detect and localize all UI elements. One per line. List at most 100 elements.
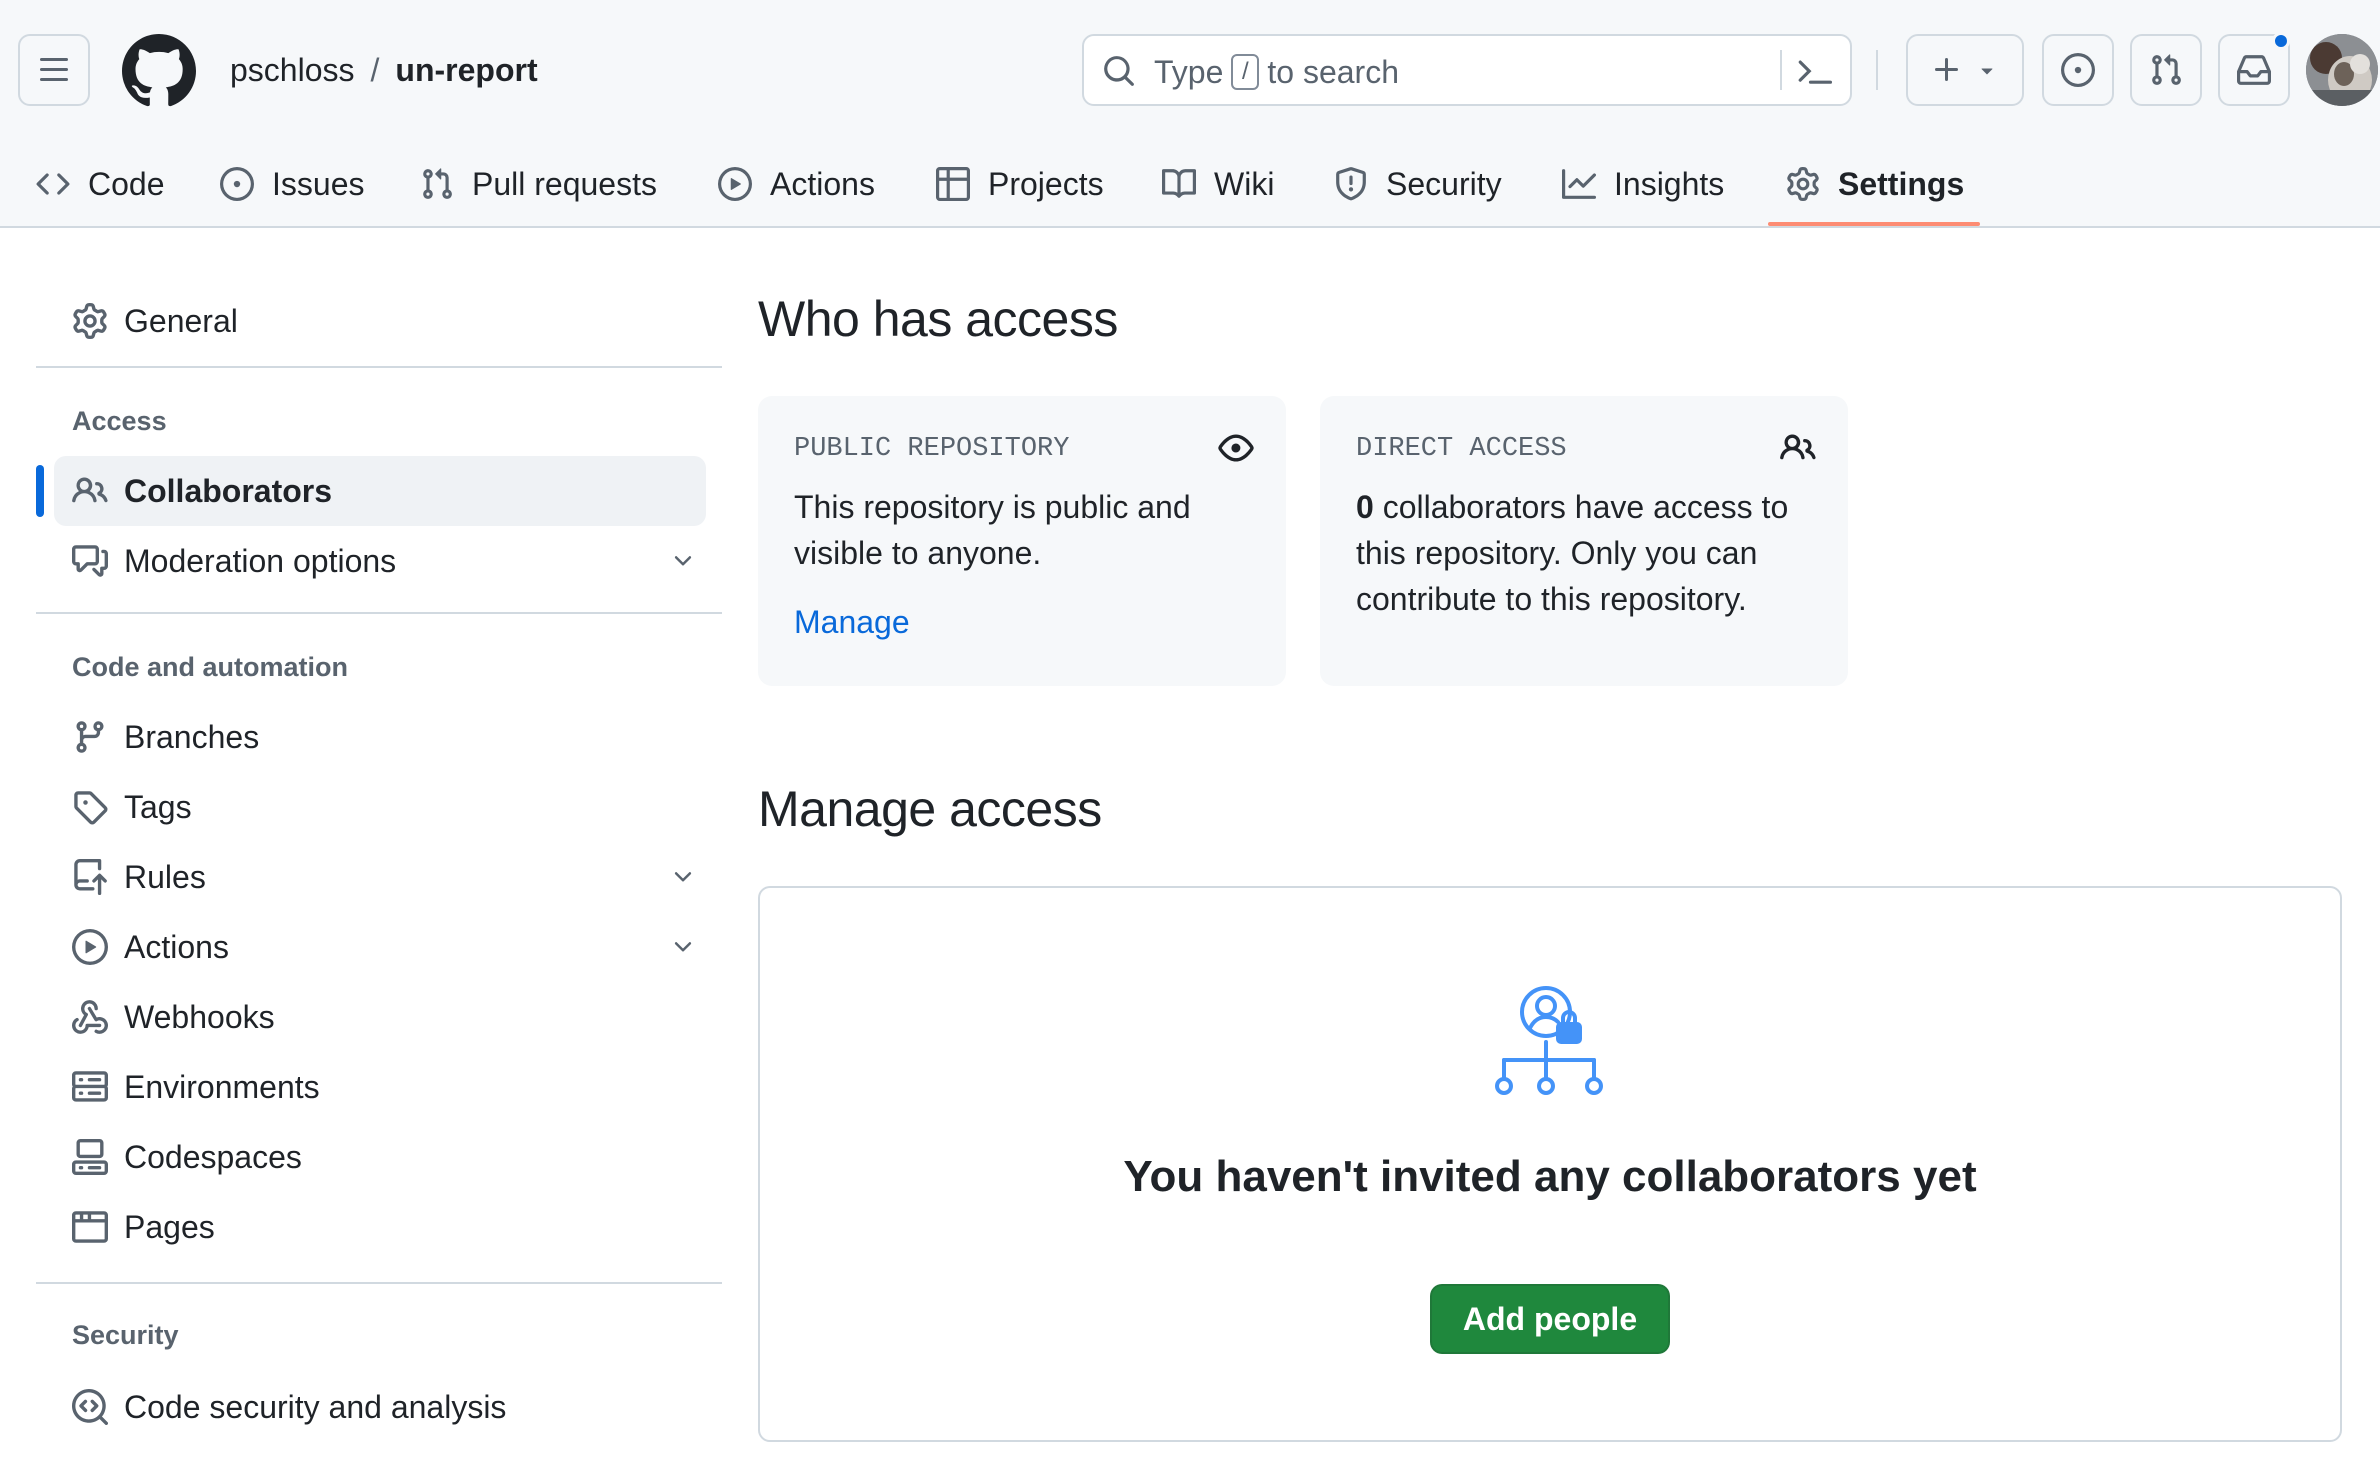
active-indicator <box>36 465 44 517</box>
search-divider <box>1780 50 1782 90</box>
card-title: DIRECT ACCESS <box>1356 434 1567 464</box>
people-lock-network-icon <box>1494 984 1606 1096</box>
sidebar-item-label: Code security and analysis <box>124 1388 507 1425</box>
add-people-button[interactable]: Add people <box>1430 1284 1670 1354</box>
menu-button[interactable] <box>18 34 90 106</box>
tab-label: Actions <box>770 165 875 202</box>
codescan-icon <box>72 1389 108 1425</box>
chevron-down-icon <box>670 864 696 890</box>
tab-projects[interactable]: Projects <box>936 140 1104 228</box>
sidebar-item-environments[interactable]: Environments <box>54 1052 706 1122</box>
sidebar-item-pages[interactable]: Pages <box>54 1192 706 1262</box>
sidebar-divider <box>36 612 722 614</box>
your-pull-requests-button[interactable] <box>2130 34 2202 106</box>
sidebar-item-moderation-options[interactable]: Moderation options <box>54 526 706 596</box>
git-pull-request-icon <box>2149 53 2183 87</box>
app-header: pschloss / un-report Type / to search Co… <box>0 0 2380 228</box>
avatar[interactable] <box>2306 34 2378 106</box>
eye-icon <box>1218 430 1254 466</box>
sidebar-item-label: Collaborators <box>124 472 333 509</box>
empty-state-title: You haven't invited any collaborators ye… <box>1123 1152 1977 1201</box>
tab-issues[interactable]: Issues <box>220 140 364 228</box>
tab-insights[interactable]: Insights <box>1562 140 1724 228</box>
search-placeholder: Type / to search <box>1154 54 1399 90</box>
graph-icon <box>1562 167 1596 201</box>
sidebar-item-codespaces[interactable]: Codespaces <box>54 1122 706 1192</box>
header-separator <box>1876 50 1878 90</box>
global-bar: pschloss / un-report Type / to search <box>0 0 2380 140</box>
issue-opened-icon <box>2061 53 2095 87</box>
play-icon <box>718 167 752 201</box>
search-shortcut-key: / <box>1231 54 1260 90</box>
play-icon <box>72 929 108 965</box>
tab-security[interactable]: Security <box>1334 140 1502 228</box>
tab-settings[interactable]: Settings <box>1786 140 1964 228</box>
tab-label: Insights <box>1614 165 1725 202</box>
server-icon <box>72 1069 108 1105</box>
github-mark-icon[interactable] <box>122 34 196 108</box>
tab-wiki[interactable]: Wiki <box>1162 140 1274 228</box>
search-input[interactable]: Type / to search <box>1082 34 1852 106</box>
sidebar-item-branches[interactable]: Branches <box>54 702 706 772</box>
repo-navigation: Code Issues Pull requests Actions Projec… <box>0 140 2380 228</box>
inbox-icon <box>2237 53 2271 87</box>
sidebar-item-rules[interactable]: Rules <box>54 842 706 912</box>
sidebar-item-label: Actions <box>124 928 229 965</box>
sidebar-item-general[interactable]: General <box>54 286 706 356</box>
sidebar-heading-security: Security <box>72 1320 179 1350</box>
sidebar-item-label: Branches <box>124 718 260 755</box>
manage-visibility-link[interactable]: Manage <box>794 604 910 641</box>
selected-tab-underline <box>1768 222 1980 226</box>
breadcrumb-separator: / <box>370 52 380 88</box>
tab-label: Projects <box>988 165 1104 202</box>
sidebar-item-label: General <box>124 302 238 339</box>
card-body: This repository is public and visible to… <box>794 489 1191 571</box>
tab-label: Security <box>1386 165 1502 202</box>
sidebar-item-label: Tags <box>124 788 192 825</box>
sidebar-item-code-security-and-analysis[interactable]: Code security and analysis <box>54 1372 706 1442</box>
webhook-icon <box>72 999 108 1035</box>
sidebar-divider <box>36 366 722 368</box>
plus-icon <box>1931 54 1963 86</box>
owner-link[interactable]: pschloss <box>230 52 355 88</box>
direct-access-card: DIRECT ACCESS 0 collaborators have acces… <box>1320 396 1848 686</box>
sidebar-item-label: Rules <box>124 858 206 895</box>
comment-discussion-icon <box>72 543 108 579</box>
tab-label: Settings <box>1838 165 1965 202</box>
chevron-down-icon <box>670 934 696 960</box>
issue-opened-icon <box>220 167 254 201</box>
repo-link[interactable]: un-report <box>395 52 537 88</box>
people-icon <box>1780 430 1816 466</box>
gear-icon <box>1786 167 1820 201</box>
browser-icon <box>72 1209 108 1245</box>
tab-label: Issues <box>272 165 365 202</box>
sidebar-item-collaborators[interactable]: Collaborators <box>54 456 706 526</box>
triangle-down-icon <box>1975 58 1999 82</box>
command-palette-icon[interactable] <box>1798 54 1832 88</box>
book-icon <box>1162 167 1196 201</box>
sidebar-item-webhooks[interactable]: Webhooks <box>54 982 706 1052</box>
tab-pull-requests[interactable]: Pull requests <box>420 140 657 228</box>
sidebar-item-label: Webhooks <box>124 998 275 1035</box>
git-pull-request-icon <box>420 167 454 201</box>
collaborators-blankslate: You haven't invited any collaborators ye… <box>758 886 2342 1442</box>
search-icon <box>1102 54 1136 88</box>
gear-icon <box>72 303 108 339</box>
public-repository-card: PUBLIC REPOSITORY This repository is pub… <box>758 396 1286 686</box>
create-new-button[interactable] <box>1906 34 2024 106</box>
search-placeholder-prefix: Type <box>1154 54 1224 90</box>
tab-label: Code <box>88 165 165 202</box>
table-icon <box>936 167 970 201</box>
your-issues-button[interactable] <box>2042 34 2114 106</box>
sidebar-item-actions[interactable]: Actions <box>54 912 706 982</box>
sidebar-item-label: Pages <box>124 1208 215 1245</box>
tab-actions[interactable]: Actions <box>718 140 875 228</box>
sidebar-item-tags[interactable]: Tags <box>54 772 706 842</box>
git-branch-icon <box>72 719 108 755</box>
repo-push-icon <box>72 859 108 895</box>
settings-sidebar: General Access Collaborators Moderation … <box>36 228 722 1466</box>
tab-code[interactable]: Code <box>36 140 165 228</box>
manage-access-heading: Manage access <box>758 781 1102 837</box>
sidebar-heading-code-and-automation: Code and automation <box>72 652 348 682</box>
sidebar-item-label: Codespaces <box>124 1138 302 1175</box>
